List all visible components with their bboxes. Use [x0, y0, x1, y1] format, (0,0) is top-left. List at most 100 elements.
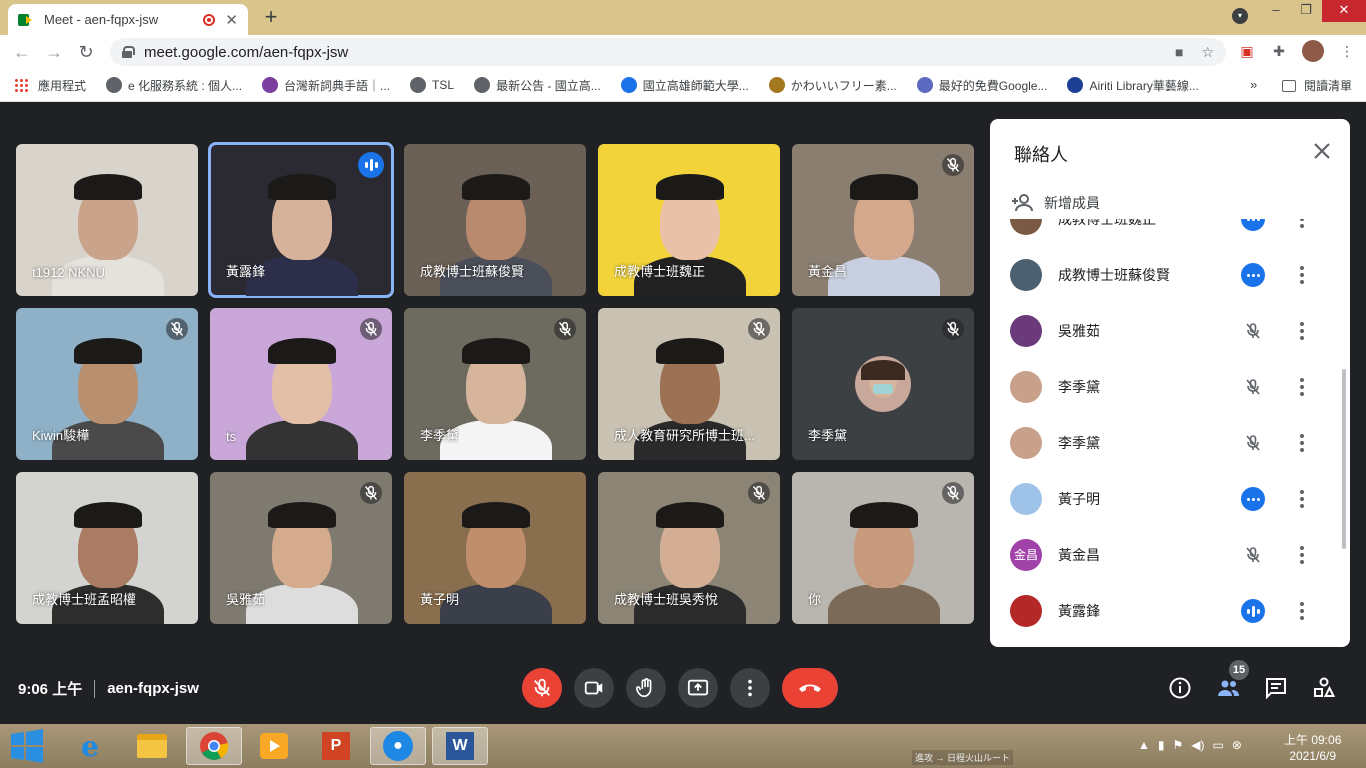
network-icon[interactable]: ▭ — [1213, 738, 1224, 752]
audio-indicator-icon[interactable] — [1241, 487, 1265, 511]
participant-tile[interactable]: 你 — [792, 472, 974, 624]
bookmark-item[interactable]: TSL — [410, 77, 454, 93]
reading-list-button[interactable]: 閱讀清單 — [1282, 77, 1352, 94]
more-vert-icon[interactable] — [1296, 433, 1308, 453]
raise-hand-button[interactable] — [626, 668, 666, 708]
bookmark-item[interactable]: Airiti Library華藝線... — [1067, 77, 1199, 94]
participant-tile[interactable]: Kiwin駿樺 — [16, 308, 198, 460]
reload-button[interactable]: ↻ — [74, 40, 98, 64]
taskbar-chrome[interactable] — [186, 727, 242, 765]
bookmarks-more-button[interactable]: » — [1250, 77, 1257, 92]
windows-start-icon[interactable] — [8, 728, 46, 764]
mic-toggle-button[interactable] — [522, 668, 562, 708]
participant-tile[interactable]: 黃金昌 — [792, 144, 974, 296]
camera-permission-icon[interactable]: ■ — [1175, 44, 1183, 61]
speaking-indicator-icon[interactable] — [1241, 599, 1265, 623]
window-close-button[interactable]: ✕ — [1322, 0, 1366, 22]
participant-row[interactable]: 成教博士班蘇俊賢 — [990, 247, 1340, 303]
participant-row[interactable]: 吳雅茹 — [990, 303, 1340, 359]
participants-panel: 聯絡人 新增成員 成教博士班魏正 成教博士班蘇俊賢 吳雅茹 李季黛 李季黛 黃子明 金昌 黃金… — [990, 119, 1350, 647]
taskbar-powerpoint[interactable]: P — [308, 727, 364, 765]
tab-search-button[interactable]: ▾ — [1232, 8, 1248, 24]
participant-name: 李季黛 — [1058, 435, 1100, 451]
maximize-button[interactable]: ❐ — [1288, 0, 1324, 22]
action-center-flag-icon[interactable]: ⚑ — [1173, 738, 1184, 752]
participant-tile[interactable]: 成人教育研究所博士班... — [598, 308, 780, 460]
address-bar[interactable]: meet.google.com/aen-fqpx-jsw ■ ☆ — [110, 38, 1226, 66]
participant-row[interactable]: 成教博士班魏正 — [990, 219, 1340, 247]
participant-list-scrollbar[interactable] — [1342, 369, 1346, 549]
participant-tile[interactable]: ts — [210, 308, 392, 460]
add-member-button[interactable]: 新增成員 — [1010, 191, 1100, 215]
back-button[interactable]: ← — [10, 40, 34, 64]
new-tab-button[interactable]: + — [258, 4, 284, 30]
bookmark-item[interactable]: 最好的免費Google... — [916, 77, 1048, 94]
more-vert-icon[interactable] — [1296, 321, 1308, 341]
bookmark-star-icon[interactable]: ☆ — [1201, 44, 1214, 61]
profile-avatar[interactable] — [1302, 40, 1324, 62]
more-vert-icon[interactable] — [1296, 265, 1308, 285]
browser-menu-icon[interactable]: ⋮ — [1338, 42, 1356, 60]
volume-icon[interactable]: ◀) — [1191, 738, 1204, 752]
bookmark-item[interactable]: 應用程式 — [38, 77, 86, 94]
taskbar-clock[interactable]: 上午 09:06 2021/6/9 — [1284, 732, 1341, 764]
mic-off-icon — [946, 321, 960, 336]
participant-tile[interactable]: 成教博士班孟昭權 — [16, 472, 198, 624]
more-vert-icon[interactable] — [1296, 545, 1308, 565]
participant-tile[interactable]: 成教博士班魏正 — [598, 144, 780, 296]
taskbar-ie[interactable]: e — [62, 727, 118, 765]
info-icon[interactable] — [1168, 676, 1192, 700]
tray-app-icon[interactable]: ▮ — [1158, 738, 1165, 752]
participant-tile[interactable]: 成教博士班吳秀悅 — [598, 472, 780, 624]
participant-tile[interactable]: 成教博士班蘇俊賢 — [404, 144, 586, 296]
leave-call-button[interactable] — [782, 668, 838, 708]
participant-row[interactable]: 李季黛 — [990, 415, 1340, 471]
more-vert-icon — [748, 679, 752, 697]
taskbar-file-explorer[interactable] — [124, 727, 180, 765]
more-vert-icon[interactable] — [1296, 219, 1308, 229]
extensions-puzzle-icon[interactable]: ✚ — [1270, 42, 1288, 60]
bookmark-label: 最好的免費Google... — [938, 78, 1048, 93]
participant-tile[interactable]: 李季黛 — [792, 308, 974, 460]
participant-row[interactable]: 黃子明 — [990, 471, 1340, 527]
participant-tile[interactable]: 黃露鋒 — [208, 142, 394, 298]
close-icon[interactable] — [1310, 139, 1334, 163]
bookmark-item[interactable]: かわいいフリー素... — [768, 77, 897, 94]
bookmark-item[interactable]: e 化服務系統 : 個人... — [106, 77, 242, 94]
tray-expand-icon[interactable]: ▲ — [1138, 738, 1150, 752]
taskbar-voice-recorder[interactable]: ● — [370, 727, 426, 765]
participant-row[interactable]: 黃露鋒 — [990, 583, 1340, 639]
tray-close-icon[interactable]: ⊗ — [1232, 738, 1242, 752]
taskbar-video-app[interactable] — [246, 727, 302, 765]
participant-tile[interactable]: 吳雅茹 — [210, 472, 392, 624]
mic-off-icon[interactable] — [1241, 543, 1265, 567]
audio-indicator-icon[interactable] — [1241, 219, 1265, 231]
bookmark-item[interactable]: 台灣新詞典手語｜... — [262, 77, 390, 94]
audio-indicator-icon[interactable] — [1241, 263, 1265, 287]
chat-icon[interactable] — [1264, 676, 1288, 700]
extension-icon[interactable]: ▣ — [1238, 42, 1256, 60]
more-vert-icon[interactable] — [1296, 489, 1308, 509]
forward-button[interactable]: → — [42, 40, 66, 64]
participant-row[interactable]: 李季黛 — [990, 359, 1340, 415]
activities-icon[interactable] — [1312, 676, 1336, 700]
participant-tile[interactable]: 李季黛 — [404, 308, 586, 460]
camera-toggle-button[interactable] — [574, 668, 614, 708]
bookmark-item[interactable]: 國立高雄師範大學... — [620, 77, 749, 94]
taskbar-word[interactable]: W — [432, 727, 488, 765]
bookmark-label: Airiti Library華藝線... — [1089, 78, 1199, 93]
more-options-button[interactable] — [730, 668, 770, 708]
browser-tab-meet[interactable]: Meet - aen-fqpx-jsw ✕ — [8, 4, 248, 35]
present-screen-button[interactable] — [678, 668, 718, 708]
participant-hair — [656, 502, 724, 528]
more-vert-icon[interactable] — [1296, 377, 1308, 397]
participant-tile[interactable]: 黃子明 — [404, 472, 586, 624]
mic-off-icon[interactable] — [1241, 319, 1265, 343]
tab-close-icon[interactable]: ✕ — [225, 11, 238, 29]
participant-row[interactable]: 金昌 黃金昌 — [990, 527, 1340, 583]
mic-off-icon[interactable] — [1241, 431, 1265, 455]
mic-off-icon[interactable] — [1241, 375, 1265, 399]
bookmark-item[interactable]: 最新公告 - 國立高... — [474, 77, 601, 94]
participant-tile[interactable]: t1912 NKNU — [16, 144, 198, 296]
more-vert-icon[interactable] — [1296, 601, 1308, 621]
